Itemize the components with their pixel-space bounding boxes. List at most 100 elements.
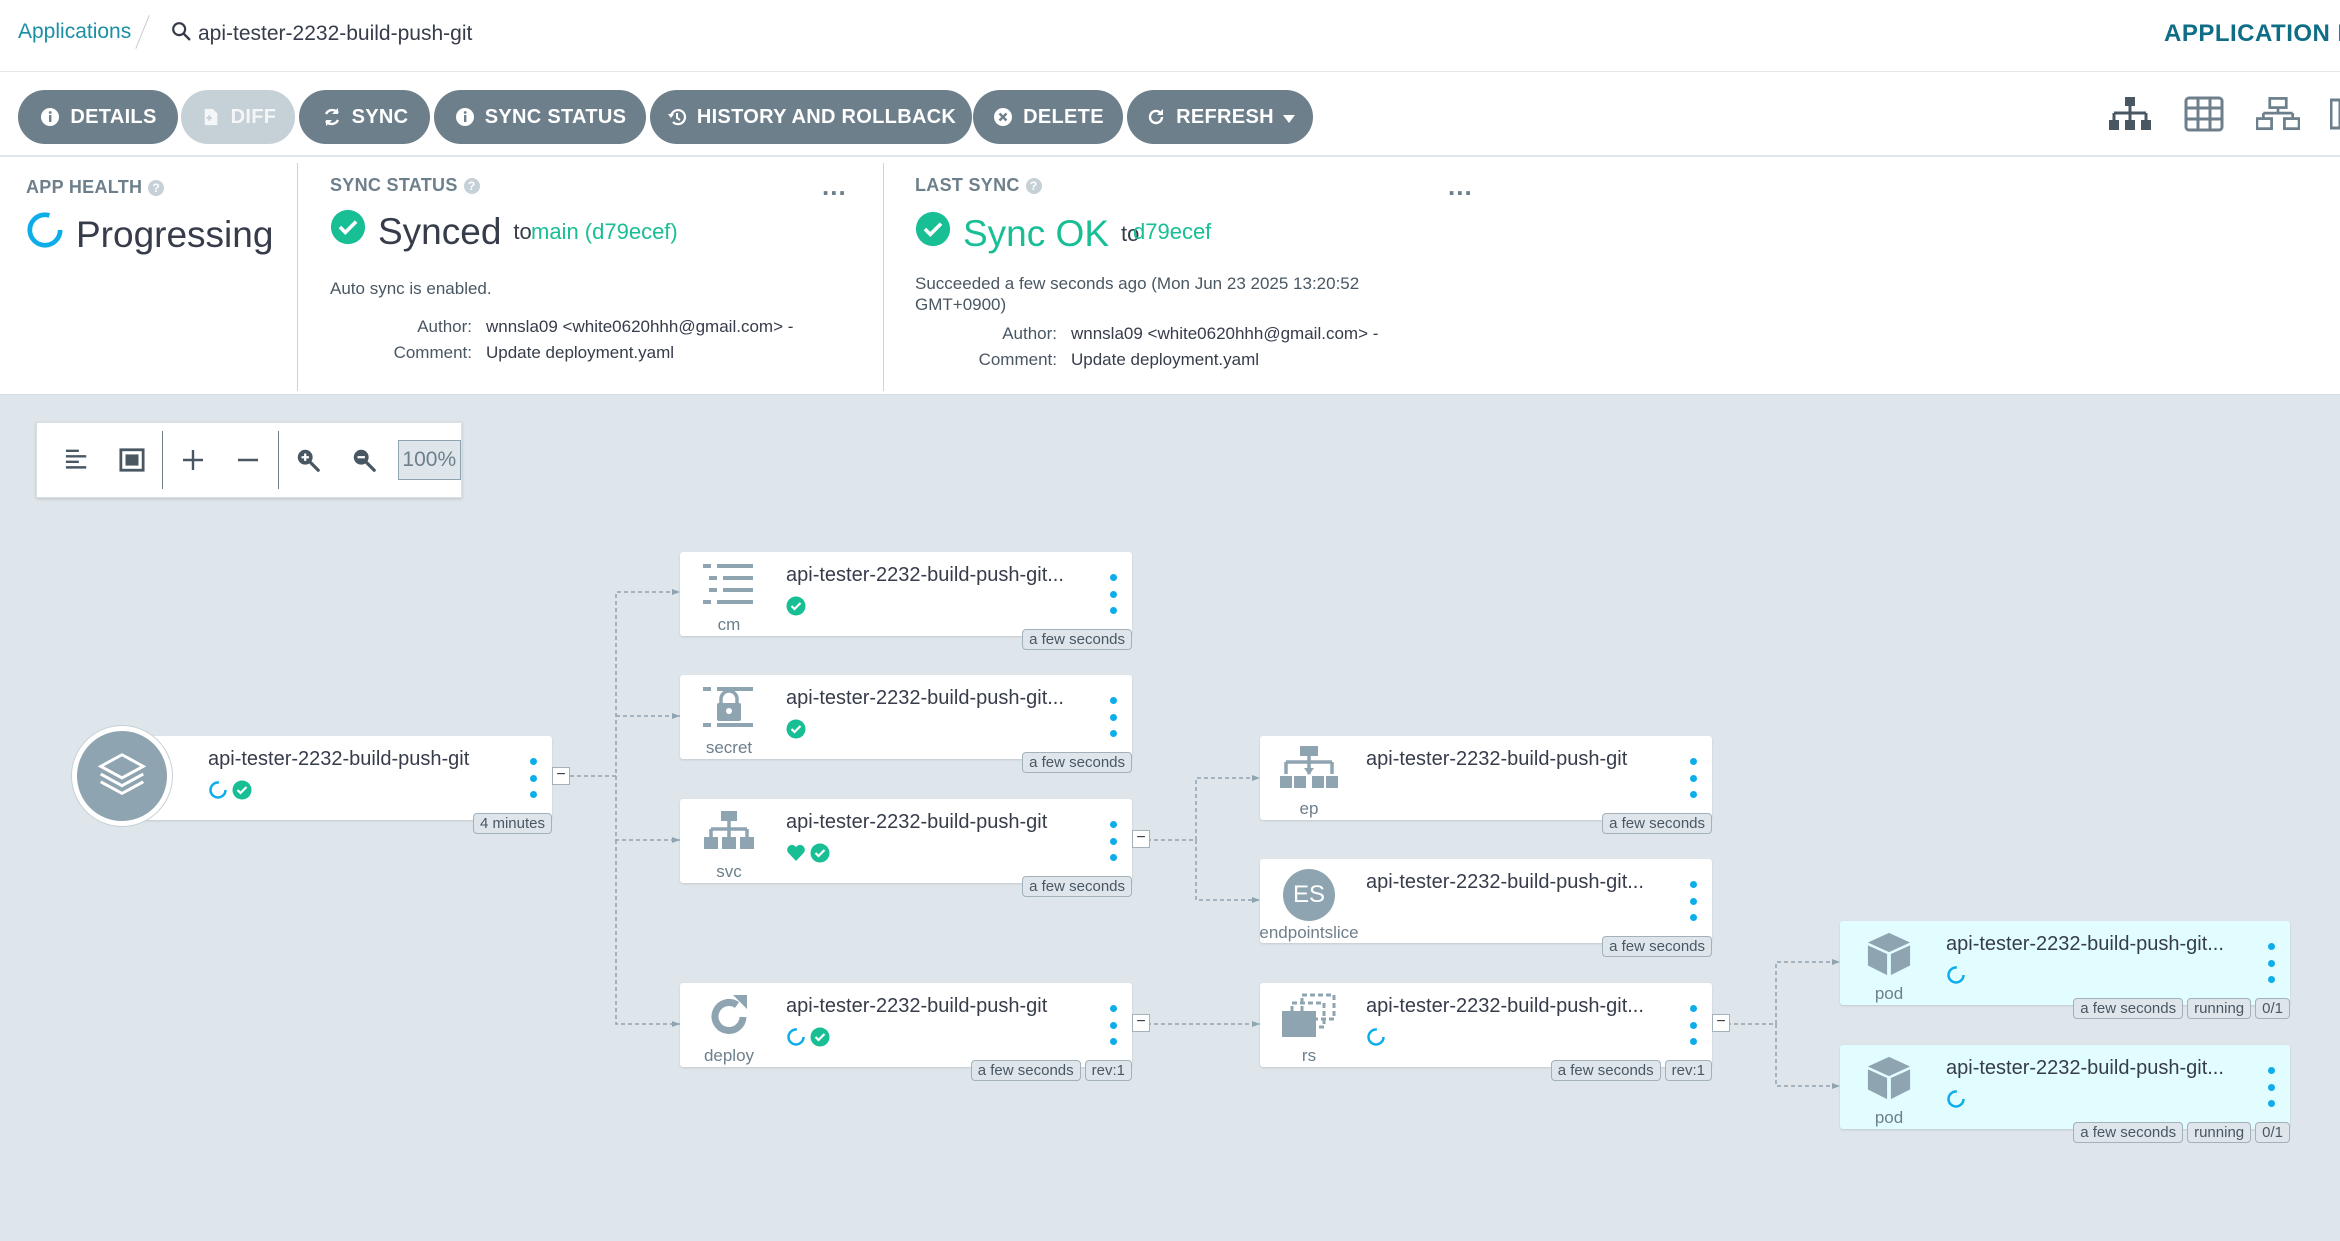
sync-status-button[interactable]: SYNC STATUS: [434, 90, 646, 144]
sync-to-text: to: [513, 218, 532, 244]
node-icon: svc: [680, 799, 778, 883]
network-view-icon[interactable]: [2256, 94, 2300, 134]
page-title: APPLICATION DETAILS: [2164, 20, 2340, 47]
progressing-icon: [786, 1027, 806, 1052]
breadcrumb-applications-link[interactable]: Applications: [18, 20, 131, 44]
collapse-toggle[interactable]: −: [1132, 830, 1150, 848]
node-menu-icon[interactable]: [1690, 881, 1698, 921]
last-sync-revision-link[interactable]: d79ecef: [1133, 219, 1211, 245]
graph-zoom-panel: 100%: [36, 422, 462, 498]
sync-status-text: Synced: [378, 210, 502, 252]
node-menu-icon[interactable]: [2268, 943, 2276, 983]
collapse-all-icon[interactable]: [220, 432, 275, 488]
check-circle-icon: [786, 596, 806, 621]
node-kind: svc: [716, 862, 742, 881]
node-menu-icon[interactable]: [1110, 574, 1118, 614]
node-status-icons: [1366, 1027, 1386, 1052]
list-view-icon[interactable]: [2330, 94, 2340, 134]
close-circle-icon: [992, 106, 1014, 128]
last-sync-more-button[interactable]: ...: [1448, 171, 1473, 202]
deployment-node[interactable]: deploy api-tester-2232-build-push-git a …: [680, 983, 1132, 1081]
collapse-toggle[interactable]: −: [1712, 1014, 1730, 1032]
info-icon: [39, 106, 61, 128]
pod-ready-tag: 0/1: [2255, 998, 2290, 1019]
pod-node[interactable]: pod api-tester-2232-build-push-git... a …: [1840, 921, 2290, 1019]
configmap-icon: [703, 562, 755, 613]
deployment-icon: [703, 993, 755, 1044]
node-menu-icon[interactable]: [1690, 758, 1698, 798]
node-menu-icon[interactable]: [2268, 1067, 2276, 1107]
align-left-icon[interactable]: [49, 432, 104, 488]
progressing-icon: [1946, 965, 1966, 990]
node-name: api-tester-2232-build-push-git...: [1946, 1057, 2224, 1079]
endpoints-node[interactable]: ep api-tester-2232-build-push-git a few …: [1260, 736, 1712, 834]
node-name: api-tester-2232-build-push-git...: [1946, 933, 2224, 955]
endpointslice-node[interactable]: ES endpointslice api-tester-2232-build-p…: [1259, 859, 1712, 957]
node-icon: deploy: [680, 983, 778, 1067]
help-icon[interactable]: ?: [463, 177, 480, 194]
node-menu-icon[interactable]: [1110, 697, 1118, 737]
sync-icon: [321, 106, 343, 128]
diff-button[interactable]: DIFF: [181, 90, 295, 144]
zoom-panel-divider: [277, 431, 279, 489]
help-icon[interactable]: ?: [148, 179, 165, 196]
replicaset-node[interactable]: rs api-tester-2232-build-push-git... a f…: [1260, 983, 1712, 1081]
sync-status-label-text: SYNC STATUS: [330, 175, 458, 195]
node-menu-icon[interactable]: [1690, 1005, 1698, 1045]
refresh-button[interactable]: REFRESH: [1127, 90, 1313, 144]
node-kind: secret: [705, 738, 753, 757]
details-label: DETAILS: [70, 105, 157, 128]
sync-revision-link[interactable]: main (d79ecef): [531, 219, 678, 245]
zoom-out-icon[interactable]: [336, 432, 391, 488]
zoom-in-icon[interactable]: [281, 432, 336, 488]
tree-view-icon[interactable]: [2108, 94, 2152, 134]
endpoints-icon: [1280, 746, 1338, 797]
node-menu-icon[interactable]: [1110, 1005, 1118, 1045]
check-circle-icon: [810, 1027, 830, 1052]
check-circle-icon: [915, 211, 951, 256]
progressing-icon: [208, 780, 228, 805]
delete-button[interactable]: DELETE: [973, 90, 1123, 144]
sync-status-label: SYNC STATUS: [484, 105, 627, 128]
app-health-label-text: APP HEALTH: [26, 177, 143, 197]
comment-label: Comment:: [393, 343, 472, 362]
fit-to-screen-icon[interactable]: [104, 432, 159, 488]
pod-state-tag: running: [2187, 1122, 2252, 1143]
refresh-label: REFRESH: [1176, 105, 1274, 128]
pod-node[interactable]: pod api-tester-2232-build-push-git... a …: [1840, 1045, 2290, 1143]
sync-status-label: SYNC STATUS ?: [330, 175, 480, 196]
node-menu-icon[interactable]: [530, 758, 538, 798]
breadcrumb-search[interactable]: api-tester-2232-build-push-git: [170, 20, 472, 48]
replicaset-icon: [1280, 993, 1338, 1044]
succeeded-line-2: GMT+0900): [915, 295, 1007, 314]
file-diff-icon: [200, 106, 222, 128]
help-icon[interactable]: ?: [1025, 177, 1042, 194]
history-rollback-button[interactable]: HISTORY AND ROLLBACK: [650, 90, 972, 144]
last-sync-label: LAST SYNC ?: [915, 175, 1042, 196]
node-name: api-tester-2232-build-push-git...: [786, 564, 1064, 586]
sync-status-more-button[interactable]: ...: [822, 171, 847, 202]
expand-all-icon[interactable]: [165, 432, 220, 488]
node-menu-icon[interactable]: [1110, 821, 1118, 861]
search-icon: [170, 20, 192, 48]
history-rollback-label: HISTORY AND ROLLBACK: [696, 105, 957, 128]
node-status-icons: [786, 719, 806, 744]
progressing-icon: [26, 211, 64, 258]
sync-button[interactable]: SYNC: [299, 90, 430, 144]
delete-label: DELETE: [1023, 105, 1104, 128]
details-button[interactable]: DETAILS: [18, 90, 178, 144]
node-tags: a few seconds: [1022, 876, 1132, 897]
service-node[interactable]: svc api-tester-2232-build-push-git a few…: [680, 799, 1132, 897]
secret-node[interactable]: secret api-tester-2232-build-push-git...…: [680, 675, 1132, 773]
collapse-toggle[interactable]: −: [552, 767, 570, 785]
app-health-status: Progressing: [26, 211, 273, 258]
pods-grid-view-icon[interactable]: [2182, 94, 2226, 134]
heart-icon: [786, 843, 806, 868]
app-root-node[interactable]: api-tester-2232-build-push-git 4 minutes: [120, 736, 552, 834]
endpointslice-badge-icon: ES: [1283, 869, 1335, 921]
check-circle-icon: [810, 843, 830, 868]
node-status-icons: [786, 843, 830, 868]
collapse-toggle[interactable]: −: [1132, 1014, 1150, 1032]
configmap-node[interactable]: cm api-tester-2232-build-push-git... a f…: [680, 552, 1132, 650]
node-tags: a few seconds running 0/1: [2073, 998, 2290, 1019]
